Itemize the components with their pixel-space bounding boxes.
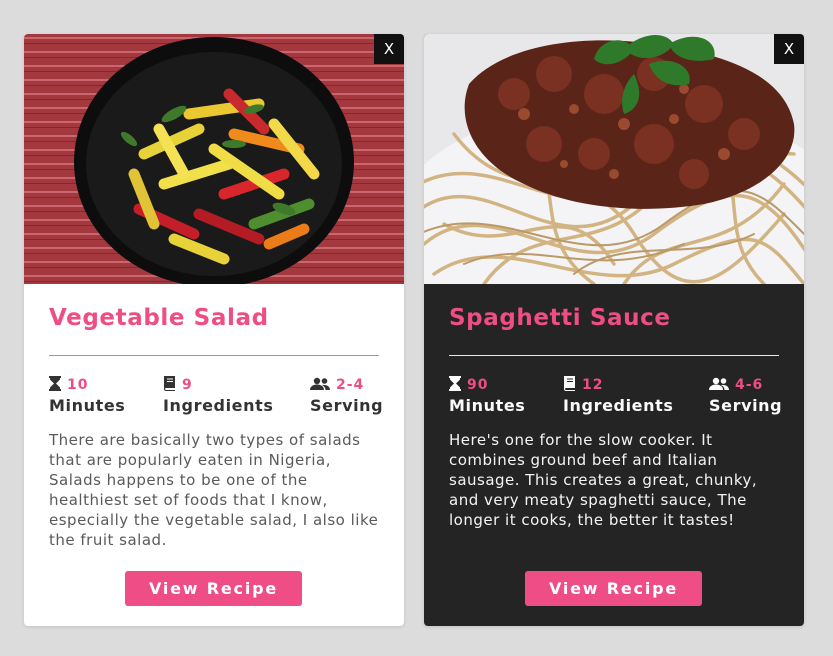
view-recipe-button[interactable]: View Recipe [525, 571, 702, 606]
minutes-value: 90 [467, 377, 489, 393]
minutes-label: Minutes [49, 396, 126, 415]
recipe-description: There are basically two types of salads … [49, 431, 379, 549]
ingredients-label: Ingredients [163, 396, 274, 415]
serving-value: 4-6 [735, 377, 764, 393]
stat-ingredients: 9 Ingredients [163, 375, 274, 415]
divider [49, 355, 379, 356]
minutes-value: 10 [67, 377, 89, 393]
serving-value: 2-4 [336, 377, 365, 393]
hourglass-icon [49, 375, 61, 395]
hourglass-icon [449, 375, 461, 395]
recipe-card-vegetable-salad: X Vegetable Salad 10 Minutes 9 Ingredien… [24, 34, 404, 626]
recipe-description: Here's one for the slow cooker. It combi… [449, 431, 758, 529]
view-recipe-button[interactable]: View Recipe [125, 571, 302, 606]
users-icon [709, 376, 729, 395]
salad-photo: X [24, 34, 404, 284]
ingredients-value: 12 [582, 377, 604, 393]
stat-minutes: 90 Minutes [449, 375, 526, 415]
stat-minutes: 10 Minutes [49, 375, 126, 415]
ingredients-value: 9 [182, 377, 193, 393]
spaghetti-photo: X [424, 34, 804, 284]
recipe-title: Spaghetti Sauce [449, 305, 671, 331]
serving-label: Serving [709, 396, 783, 415]
users-icon [310, 376, 330, 395]
stat-serving: 4-6 Serving [709, 376, 782, 415]
serving-label: Serving [310, 396, 384, 415]
recipe-card-spaghetti-sauce: X Spaghetti Sauce 90 Minutes 12 Ingredie… [424, 34, 804, 626]
book-icon [563, 375, 576, 395]
divider [449, 355, 779, 356]
book-icon [163, 375, 176, 395]
stat-ingredients: 12 Ingredients [563, 375, 674, 415]
close-button[interactable]: X [374, 34, 404, 64]
ingredients-label: Ingredients [563, 396, 674, 415]
recipe-title: Vegetable Salad [49, 305, 269, 331]
stat-serving: 2-4 Serving [310, 376, 383, 415]
close-button[interactable]: X [774, 34, 804, 64]
minutes-label: Minutes [449, 396, 526, 415]
